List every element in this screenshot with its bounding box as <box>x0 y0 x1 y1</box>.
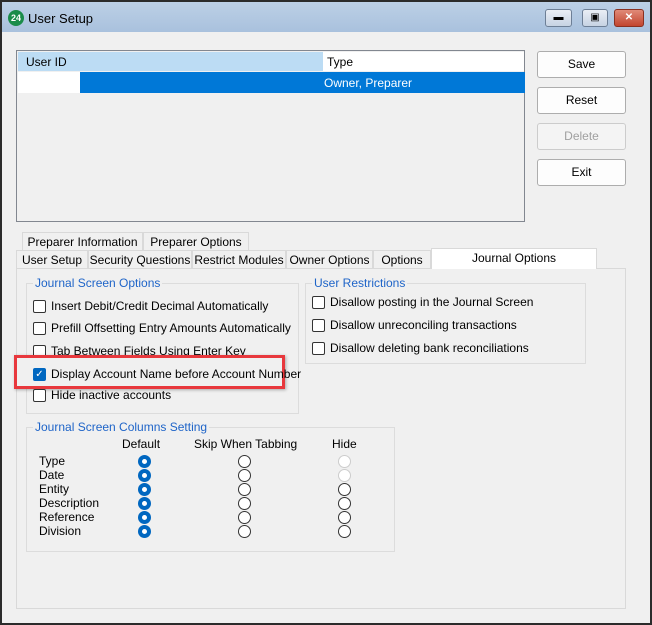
checkbox-label: Disallow posting in the Journal Screen <box>330 295 534 309</box>
checkbox-label: Disallow deleting bank reconciliations <box>330 341 529 355</box>
tab-options[interactable]: Options <box>373 250 431 269</box>
radio-hide[interactable] <box>338 455 351 468</box>
group-title: User Restrictions <box>312 276 408 290</box>
radio-default[interactable] <box>138 483 151 496</box>
checkbox-label: Prefill Offsetting Entry Amounts Automat… <box>51 321 291 335</box>
users-list[interactable]: User ID Type Owner, Preparer <box>16 50 525 222</box>
save-button[interactable]: Save <box>537 51 626 78</box>
tab-owner-options[interactable]: Owner Options <box>286 250 373 269</box>
column-row-label: Division <box>39 524 82 538</box>
check-icon[interactable]: ✓ <box>33 368 46 381</box>
exit-button[interactable]: Exit <box>537 159 626 186</box>
group-title: Journal Screen Options <box>33 276 163 290</box>
radio-skip-when-tabbing[interactable] <box>238 525 251 538</box>
tab-journal-options[interactable]: Journal Options <box>431 248 597 269</box>
type-cell: Owner, Preparer <box>324 76 413 90</box>
radio-default[interactable] <box>138 525 151 538</box>
user-id-cell <box>18 72 80 93</box>
close-icon: ✕ <box>624 12 634 23</box>
radio-default[interactable] <box>138 511 151 524</box>
radio-skip-when-tabbing[interactable] <box>238 511 251 524</box>
checkbox-label: Insert Debit/Credit Decimal Automaticall… <box>51 299 269 313</box>
checkbox-box[interactable] <box>33 300 46 313</box>
checkbox-label: Hide inactive accounts <box>51 388 172 402</box>
column-header-type[interactable]: Type <box>323 52 524 71</box>
checkbox-box[interactable] <box>33 322 46 335</box>
radio-skip-when-tabbing[interactable] <box>238 497 251 510</box>
radio-skip-when-tabbing[interactable] <box>238 469 251 482</box>
maximize-button[interactable]: ▣ <box>582 9 608 27</box>
checkbox-box[interactable] <box>33 389 46 402</box>
checkbox-label: Display Account Name before Account Numb… <box>51 367 302 381</box>
group-title: Journal Screen Columns Setting <box>33 420 210 434</box>
radio-default[interactable] <box>138 469 151 482</box>
column-row-label: Description <box>39 496 100 510</box>
checkbox-label: Disallow unreconciling transactions <box>330 318 517 332</box>
tab-preparer-options[interactable]: Preparer Options <box>143 232 249 251</box>
radio-hide[interactable] <box>338 469 351 482</box>
radio-default[interactable] <box>138 497 151 510</box>
title-bar: 24 User Setup ▬ ▣ ✕ <box>2 2 650 32</box>
tab-restrict-modules[interactable]: Restrict Modules <box>192 250 286 269</box>
checkbox-box[interactable] <box>312 319 325 332</box>
reset-button[interactable]: Reset <box>537 87 626 114</box>
header-skip-when-tabbing: Skip When Tabbing <box>194 437 298 451</box>
radio-hide[interactable] <box>338 525 351 538</box>
checkbox-box[interactable] <box>312 296 325 309</box>
column-row-label: Reference <box>39 510 95 524</box>
maximize-icon: ▣ <box>590 12 600 23</box>
column-header-user-id[interactable]: User ID <box>18 52 323 71</box>
radio-hide[interactable] <box>338 483 351 496</box>
radio-skip-when-tabbing[interactable] <box>238 455 251 468</box>
window-title: User Setup <box>28 11 94 26</box>
radio-hide[interactable] <box>338 511 351 524</box>
radio-default[interactable] <box>138 455 151 468</box>
tab-user-setup[interactable]: User Setup <box>16 250 88 269</box>
checkbox-box[interactable] <box>312 342 325 355</box>
header-hide: Hide <box>332 437 357 451</box>
app-logo: 24 <box>8 10 24 26</box>
table-row[interactable]: Owner, Preparer <box>18 72 525 93</box>
radio-skip-when-tabbing[interactable] <box>238 483 251 496</box>
tab-security-questions[interactable]: Security Questions <box>88 250 192 269</box>
minimize-button[interactable]: ▬ <box>545 9 572 27</box>
tab-preparer-information[interactable]: Preparer Information <box>22 232 143 251</box>
radio-hide[interactable] <box>338 497 351 510</box>
column-row-label: Date <box>39 468 65 482</box>
header-default: Default <box>122 437 161 451</box>
column-row-label: Entity <box>39 482 70 496</box>
column-row-label: Type <box>39 454 66 468</box>
minimize-icon: ▬ <box>553 12 564 23</box>
close-button[interactable]: ✕ <box>614 9 644 27</box>
delete-button[interactable]: Delete <box>537 123 626 150</box>
